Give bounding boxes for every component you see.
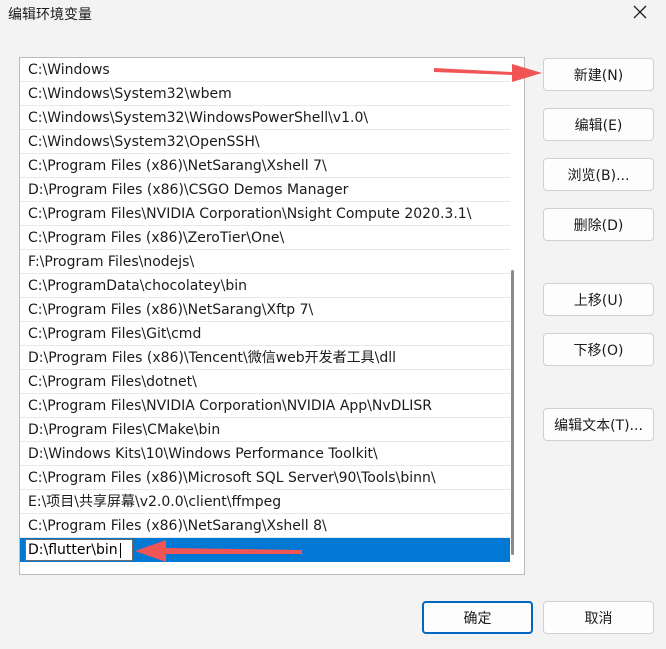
move-up-button[interactable]: 上移(U) [543, 283, 654, 316]
path-edit-input[interactable]: D:\flutter\bin [25, 539, 133, 561]
path-list-item[interactable]: C:\ProgramData\chocolatey\bin [20, 274, 510, 298]
path-list-item[interactable]: C:\Program Files\NVIDIA Corporation\NVID… [20, 394, 510, 418]
path-list-item[interactable]: D:\Program Files (x86)\Tencent\微信web开发者工… [20, 346, 510, 370]
path-list-item[interactable]: C:\Windows\System32\WindowsPowerShell\v1… [20, 106, 510, 130]
path-list-item[interactable]: C:\Program Files (x86)\NetSarang\Xftp 7\ [20, 298, 510, 322]
path-list-item[interactable]: D:\Program Files\CMake\bin [20, 418, 510, 442]
edit-button[interactable]: 编辑(E) [543, 108, 654, 141]
path-list-item[interactable]: C:\Program Files (x86)\Microsoft SQL Ser… [20, 466, 510, 490]
new-button[interactable]: 新建(N) [543, 58, 654, 91]
path-list-item[interactable]: C:\Program Files (x86)\ZeroTier\One\ [20, 226, 510, 250]
path-list-item[interactable]: C:\Program Files\dotnet\ [20, 370, 510, 394]
close-icon[interactable] [628, 0, 652, 24]
path-list-item[interactable]: D:\Windows Kits\10\Windows Performance T… [20, 442, 510, 466]
ok-button[interactable]: 确定 [422, 601, 533, 634]
path-list-item[interactable]: C:\Program Files (x86)\NetSarang\Xshell … [20, 514, 510, 538]
window-title: 编辑环境变量 [8, 7, 92, 23]
arrow-pointing-to-new-button [434, 64, 542, 82]
path-list-item[interactable]: C:\Program Files\Git\cmd [20, 322, 510, 346]
browse-button[interactable]: 浏览(B)... [543, 158, 654, 191]
path-list-item[interactable]: E:\项目\共享屏幕\v2.0.0\client\ffmpeg [20, 490, 510, 514]
edit-text-button[interactable]: 编辑文本(T)... [543, 408, 654, 441]
scrollbar-thumb[interactable] [511, 270, 514, 555]
move-down-button[interactable]: 下移(O) [543, 333, 654, 366]
path-list[interactable]: C:\Windows C:\Windows\System32\wbem C:\Win… [19, 57, 525, 575]
cancel-button[interactable]: 取消 [543, 601, 654, 634]
arrow-pointing-to-new-path [135, 540, 302, 562]
delete-button[interactable]: 删除(D) [543, 208, 654, 241]
path-list-item[interactable]: C:\Program Files\NVIDIA Corporation\Nsig… [20, 202, 510, 226]
path-list-item[interactable]: D:\Program Files (x86)\CSGO Demos Manage… [20, 178, 510, 202]
path-list-item[interactable]: C:\Windows\System32\OpenSSH\ [20, 130, 510, 154]
path-list-item[interactable]: C:\Program Files (x86)\NetSarang\Xshell … [20, 154, 510, 178]
path-list-item[interactable]: F:\Program Files\nodejs\ [20, 250, 510, 274]
